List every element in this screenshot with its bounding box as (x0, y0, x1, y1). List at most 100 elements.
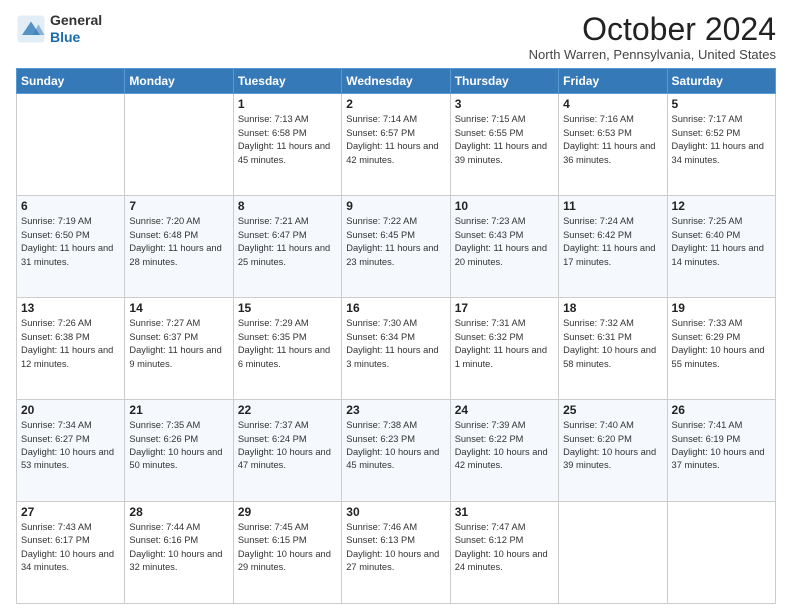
calendar-cell: 24Sunrise: 7:39 AMSunset: 6:22 PMDayligh… (450, 400, 558, 502)
calendar-cell (559, 502, 667, 604)
location: North Warren, Pennsylvania, United State… (529, 47, 776, 62)
day-info: Sunrise: 7:15 AMSunset: 6:55 PMDaylight:… (455, 113, 554, 167)
calendar-cell: 29 Sunrise: 7:45 AMSunset: 6:15 PMDayligh… (233, 502, 341, 604)
day-number: 27 (21, 505, 120, 519)
day-number: 2 (346, 97, 445, 111)
calendar-cell: 20Sunrise: 7:34 AMSunset: 6:27 PMDayligh… (17, 400, 125, 502)
day-number: 15 (238, 301, 337, 315)
day-info: Sunrise: 7:22 AMSunset: 6:45 PMDaylight:… (346, 215, 445, 269)
day-number: 4 (563, 97, 662, 111)
calendar-week-3: 13 Sunrise: 7:26 AMSunset: 6:38 PMDayligh… (17, 298, 776, 400)
day-info: Sunrise: 7:21 AMSunset: 6:47 PMDaylight:… (238, 215, 337, 269)
calendar-cell: 15 Sunrise: 7:29 AMSunset: 6:35 PMDayligh… (233, 298, 341, 400)
day-number: 8 (238, 199, 337, 213)
calendar-cell (125, 94, 233, 196)
calendar-week-5: 27 Sunrise: 7:43 AMSunset: 6:17 PMDayligh… (17, 502, 776, 604)
day-number: 7 (129, 199, 228, 213)
day-info: Sunrise: 7:41 AMSunset: 6:19 PMDaylight:… (672, 419, 771, 473)
calendar-cell: 27 Sunrise: 7:43 AMSunset: 6:17 PMDayligh… (17, 502, 125, 604)
day-number: 28 (129, 505, 228, 519)
month-title: October 2024 (529, 12, 776, 47)
weekday-tuesday: Tuesday (233, 69, 341, 94)
day-number: 29 (238, 505, 337, 519)
calendar-table: SundayMondayTuesdayWednesdayThursdayFrid… (16, 68, 776, 604)
day-number: 9 (346, 199, 445, 213)
calendar-cell: 2 Sunrise: 7:14 AMSunset: 6:57 PMDaylight… (342, 94, 450, 196)
calendar-cell: 10 Sunrise: 7:23 AMSunset: 6:43 PMDayligh… (450, 196, 558, 298)
day-info: Sunrise: 7:23 AMSunset: 6:43 PMDaylight:… (455, 215, 554, 269)
day-number: 12 (672, 199, 771, 213)
day-number: 10 (455, 199, 554, 213)
day-number: 1 (238, 97, 337, 111)
calendar-cell: 25 Sunrise: 7:40 AMSunset: 6:20 PMDayligh… (559, 400, 667, 502)
day-info: Sunrise: 7:17 AMSunset: 6:52 PMDaylight:… (672, 113, 771, 167)
calendar-cell: 8 Sunrise: 7:21 AMSunset: 6:47 PMDaylight… (233, 196, 341, 298)
weekday-header-row: SundayMondayTuesdayWednesdayThursdayFrid… (17, 69, 776, 94)
day-info: Sunrise: 7:24 AMSunset: 6:42 PMDaylight:… (563, 215, 662, 269)
day-info: Sunrise: 7:45 AMSunset: 6:15 PMDaylight:… (238, 521, 337, 575)
day-info: Sunrise: 7:29 AMSunset: 6:35 PMDaylight:… (238, 317, 337, 371)
calendar-cell: 26Sunrise: 7:41 AMSunset: 6:19 PMDayligh… (667, 400, 775, 502)
calendar-week-2: 6Sunrise: 7:19 AMSunset: 6:50 PMDaylight… (17, 196, 776, 298)
calendar-cell: 14 Sunrise: 7:27 AMSunset: 6:37 PMDayligh… (125, 298, 233, 400)
day-number: 14 (129, 301, 228, 315)
day-number: 17 (455, 301, 554, 315)
day-number: 25 (563, 403, 662, 417)
day-info: Sunrise: 7:43 AMSunset: 6:17 PMDaylight:… (21, 521, 120, 575)
day-info: Sunrise: 7:26 AMSunset: 6:38 PMDaylight:… (21, 317, 120, 371)
calendar-week-1: 1 Sunrise: 7:13 AMSunset: 6:58 PMDaylight… (17, 94, 776, 196)
weekday-saturday: Saturday (667, 69, 775, 94)
day-number: 13 (21, 301, 120, 315)
weekday-sunday: Sunday (17, 69, 125, 94)
calendar-cell: 31 Sunrise: 7:47 AMSunset: 6:12 PMDayligh… (450, 502, 558, 604)
calendar-cell: 11 Sunrise: 7:24 AMSunset: 6:42 PMDayligh… (559, 196, 667, 298)
day-number: 21 (129, 403, 228, 417)
day-info: Sunrise: 7:40 AMSunset: 6:20 PMDaylight:… (563, 419, 662, 473)
title-block: October 2024 North Warren, Pennsylvania,… (529, 12, 776, 62)
day-info: Sunrise: 7:47 AMSunset: 6:12 PMDaylight:… (455, 521, 554, 575)
day-number: 18 (563, 301, 662, 315)
calendar-cell: 9 Sunrise: 7:22 AMSunset: 6:45 PMDaylight… (342, 196, 450, 298)
weekday-wednesday: Wednesday (342, 69, 450, 94)
day-info: Sunrise: 7:25 AMSunset: 6:40 PMDaylight:… (672, 215, 771, 269)
day-info: Sunrise: 7:14 AMSunset: 6:57 PMDaylight:… (346, 113, 445, 167)
calendar-cell: 13 Sunrise: 7:26 AMSunset: 6:38 PMDayligh… (17, 298, 125, 400)
day-number: 16 (346, 301, 445, 315)
logo: General Blue (16, 12, 102, 46)
day-info: Sunrise: 7:33 AMSunset: 6:29 PMDaylight:… (672, 317, 771, 371)
weekday-monday: Monday (125, 69, 233, 94)
day-info: Sunrise: 7:37 AMSunset: 6:24 PMDaylight:… (238, 419, 337, 473)
day-number: 19 (672, 301, 771, 315)
calendar-cell: 4 Sunrise: 7:16 AMSunset: 6:53 PMDaylight… (559, 94, 667, 196)
day-number: 11 (563, 199, 662, 213)
calendar-cell: 1 Sunrise: 7:13 AMSunset: 6:58 PMDaylight… (233, 94, 341, 196)
calendar-cell: 12 Sunrise: 7:25 AMSunset: 6:40 PMDayligh… (667, 196, 775, 298)
day-info: Sunrise: 7:46 AMSunset: 6:13 PMDaylight:… (346, 521, 445, 575)
day-info: Sunrise: 7:16 AMSunset: 6:53 PMDaylight:… (563, 113, 662, 167)
day-info: Sunrise: 7:13 AMSunset: 6:58 PMDaylight:… (238, 113, 337, 167)
calendar-cell: 5Sunrise: 7:17 AMSunset: 6:52 PMDaylight… (667, 94, 775, 196)
day-number: 3 (455, 97, 554, 111)
day-info: Sunrise: 7:30 AMSunset: 6:34 PMDaylight:… (346, 317, 445, 371)
day-info: Sunrise: 7:44 AMSunset: 6:16 PMDaylight:… (129, 521, 228, 575)
calendar-week-4: 20Sunrise: 7:34 AMSunset: 6:27 PMDayligh… (17, 400, 776, 502)
day-info: Sunrise: 7:20 AMSunset: 6:48 PMDaylight:… (129, 215, 228, 269)
logo-text: General Blue (50, 12, 102, 46)
calendar-cell (667, 502, 775, 604)
day-number: 30 (346, 505, 445, 519)
calendar-cell (17, 94, 125, 196)
day-number: 24 (455, 403, 554, 417)
day-info: Sunrise: 7:31 AMSunset: 6:32 PMDaylight:… (455, 317, 554, 371)
day-info: Sunrise: 7:38 AMSunset: 6:23 PMDaylight:… (346, 419, 445, 473)
day-number: 20 (21, 403, 120, 417)
calendar-cell: 22Sunrise: 7:37 AMSunset: 6:24 PMDayligh… (233, 400, 341, 502)
calendar-cell: 17 Sunrise: 7:31 AMSunset: 6:32 PMDayligh… (450, 298, 558, 400)
day-info: Sunrise: 7:35 AMSunset: 6:26 PMDaylight:… (129, 419, 228, 473)
day-info: Sunrise: 7:27 AMSunset: 6:37 PMDaylight:… (129, 317, 228, 371)
day-number: 6 (21, 199, 120, 213)
calendar-cell: 28 Sunrise: 7:44 AMSunset: 6:16 PMDayligh… (125, 502, 233, 604)
calendar-cell: 6Sunrise: 7:19 AMSunset: 6:50 PMDaylight… (17, 196, 125, 298)
calendar-cell: 21 Sunrise: 7:35 AMSunset: 6:26 PMDayligh… (125, 400, 233, 502)
logo-icon (16, 14, 46, 44)
day-number: 31 (455, 505, 554, 519)
